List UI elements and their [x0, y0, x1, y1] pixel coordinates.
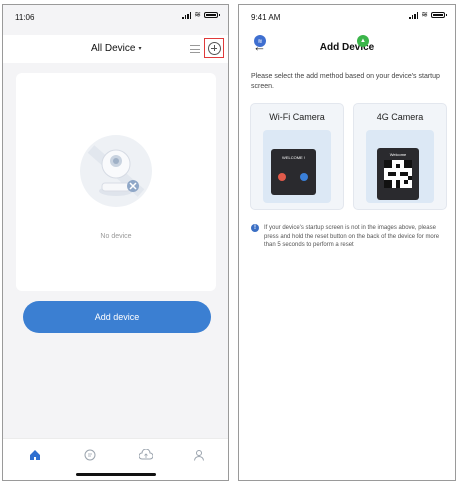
profile-icon[interactable]: [191, 447, 207, 463]
welcome-text: Welcome: [389, 152, 407, 157]
home-indicator: [76, 473, 156, 476]
wifi-icon: ≋: [421, 10, 428, 19]
reset-info-text: If your device's startup screen is not i…: [264, 225, 440, 248]
cloud-icon[interactable]: [138, 447, 154, 463]
instruction-text: Please select the add method based on yo…: [251, 73, 440, 90]
home-icon[interactable]: [27, 447, 43, 463]
add-device-button[interactable]: Add device: [23, 301, 211, 333]
welcome-text: WELCOME !: [282, 155, 305, 160]
wifi-camera-label: Wi-Fi Camera: [269, 112, 325, 122]
add-device-icon-button[interactable]: [204, 38, 224, 58]
status-bar: 11:06 ≋: [3, 5, 228, 27]
signal-icon: [182, 11, 192, 19]
top-bar: All Device ▾: [3, 35, 228, 63]
camera-illustration-icon: [80, 135, 152, 207]
chevron-down-icon: ▾: [138, 46, 142, 52]
add-device-screen: 9:41 AM ≋ ← Add Device Please select the…: [238, 4, 456, 481]
no-device-text: No device: [100, 233, 132, 240]
device-list-screen: 11:06 ≋ All Device ▾ No device Add devic…: [2, 4, 229, 481]
status-time: 9:41 AM: [251, 13, 281, 22]
empty-device-card: No device: [16, 73, 216, 291]
wifi-icon: ≋: [194, 10, 201, 19]
signal-icon: ▲: [357, 35, 369, 47]
device-filter-dropdown[interactable]: All Device ▾: [91, 43, 141, 54]
wifi-startup-screen: WELCOME !: [271, 149, 316, 195]
battery-icon: [204, 12, 220, 18]
status-icons: ≋: [409, 10, 447, 19]
list-menu-icon[interactable]: [190, 45, 200, 53]
page-title: Add Device: [319, 42, 375, 53]
battery-icon: [431, 12, 447, 18]
qr-code-icon: [384, 160, 412, 188]
wifi-icon: ≋: [254, 35, 266, 47]
status-time: 11:06: [15, 13, 35, 22]
top-bar: ← Add Device: [239, 35, 455, 61]
info-icon: !: [251, 224, 259, 232]
signal-icon: [409, 11, 419, 19]
4g-camera-label: 4G Camera: [376, 112, 424, 122]
device-filter-label: All Device: [91, 43, 136, 54]
status-icons: ≋: [182, 10, 220, 19]
message-icon[interactable]: [82, 447, 98, 463]
4g-startup-screen: Welcome: [377, 148, 419, 200]
plus-circle-icon: [207, 41, 221, 55]
bottom-navigation: [3, 438, 228, 480]
status-bar: 9:41 AM ≋: [239, 5, 455, 27]
